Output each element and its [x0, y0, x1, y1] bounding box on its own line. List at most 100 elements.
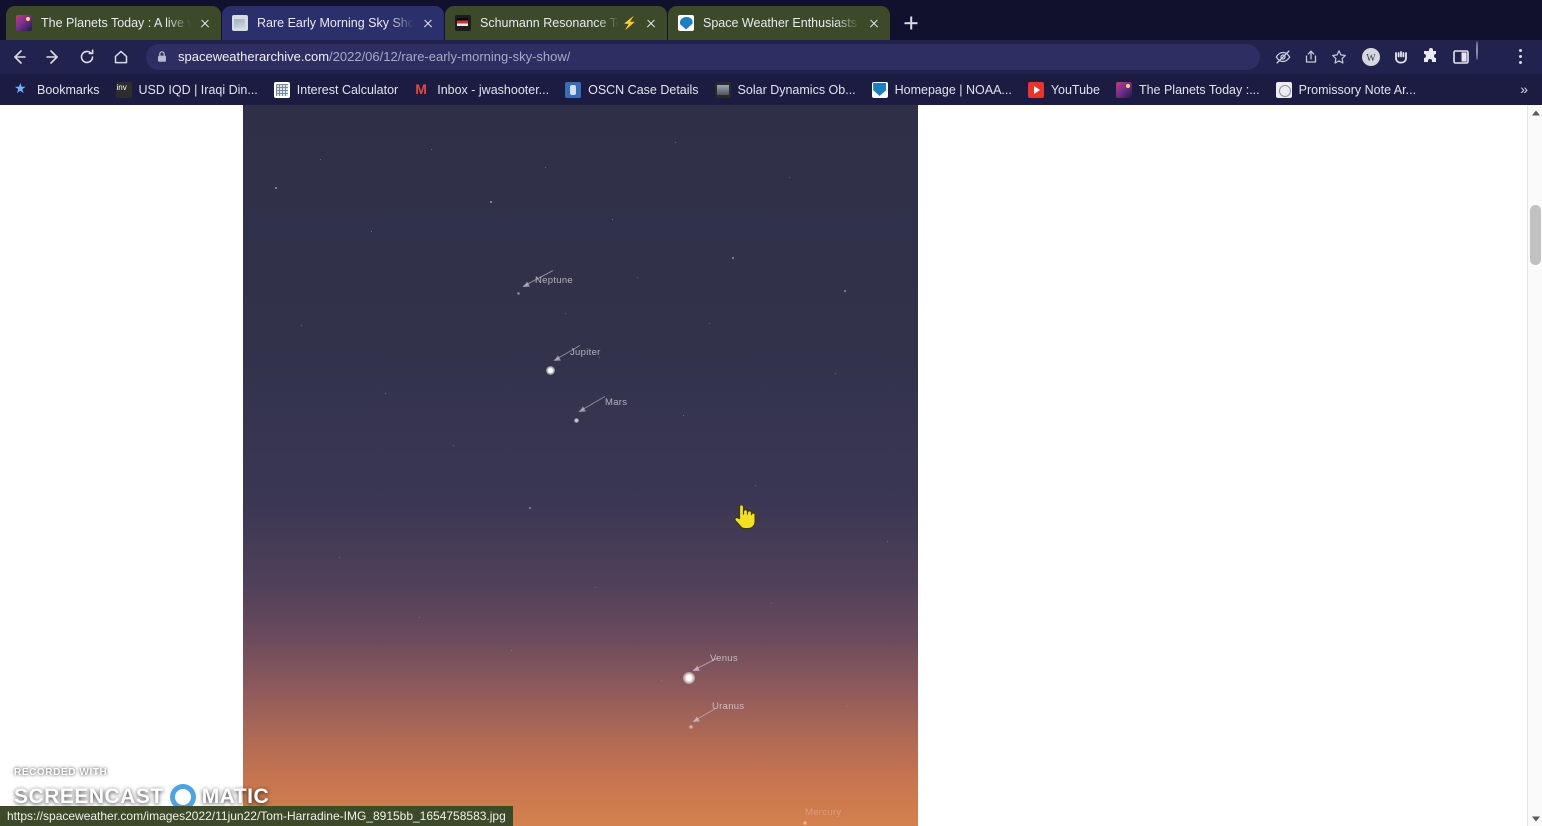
forward-arrow-icon — [46, 50, 58, 64]
bookmark-item-noaa-homepage[interactable]: Homepage | NOAA... — [870, 78, 1020, 102]
sdo-icon — [714, 81, 731, 98]
star-speck — [320, 159, 322, 161]
star-speck — [732, 257, 734, 259]
sky-photograph[interactable]: Neptune Jupiter Mars Venus Uranus Mercur… — [243, 105, 918, 826]
reload-icon — [80, 49, 94, 64]
star-speck — [565, 313, 567, 315]
star-icon — [14, 80, 30, 98]
home-button[interactable] — [106, 42, 136, 72]
scroll-up-arrow-icon[interactable] — [1528, 105, 1542, 120]
bookmark-label: Inbox - jwashooter... — [437, 82, 550, 97]
star-speck — [675, 142, 677, 144]
planet-label-neptune: Neptune — [535, 275, 574, 286]
bookmark-label: Promissory Note Ar... — [1298, 82, 1417, 97]
eye-slash-icon[interactable] — [1270, 44, 1296, 70]
tab-title: Schumann Resonance Today — [480, 16, 619, 30]
bookmark-item-interest-calculator[interactable]: Interest Calculator — [272, 78, 406, 102]
promissory-icon — [1275, 81, 1292, 98]
browser-chrome: The Planets Today : A live view of Rare … — [0, 0, 1542, 105]
sidepanel-icon[interactable] — [1446, 42, 1476, 72]
browser-tab-rare-early-morning-sky-show[interactable]: Rare Early Morning Sky Show | Sp — [222, 6, 444, 40]
tab-title: Space Weather Enthusiasts Dash — [703, 16, 860, 30]
bookmark-label: The Planets Today :... — [1138, 82, 1260, 97]
star-speck — [595, 587, 597, 589]
planet-uranus-dot — [689, 725, 693, 729]
share-icon[interactable] — [1298, 44, 1324, 70]
bookmark-label: YouTube — [1050, 82, 1100, 97]
puzzle-extensions-icon[interactable] — [1416, 42, 1446, 72]
profile-avatar[interactable] — [1476, 41, 1506, 72]
bookmark-label: Solar Dynamics Ob... — [737, 82, 856, 97]
planet-label-mars: Mars — [605, 397, 628, 408]
planet-jupiter-dot — [546, 366, 555, 375]
bookmark-label: OSCN Case Details — [588, 82, 699, 97]
page-viewport: Neptune Jupiter Mars Venus Uranus Mercur… — [0, 105, 1542, 826]
star-speck — [771, 603, 773, 605]
bookmark-item-usd-iqd[interactable]: USD IQD | Iraqi Din... — [114, 78, 266, 102]
investing-icon — [115, 81, 132, 98]
scrollbar-thumb[interactable] — [1530, 205, 1541, 265]
star-speck — [545, 167, 547, 169]
url-path: /2022/06/12/rare-early-morning-sky-show/ — [329, 49, 571, 64]
bookmarks-overflow-button[interactable]: » — [1520, 80, 1528, 98]
star-speck — [301, 325, 303, 327]
star-speck — [612, 219, 614, 221]
browser-tab-schumann-resonance-today[interactable]: Schumann Resonance Today ⚡ — [445, 6, 667, 40]
reload-button[interactable] — [72, 42, 102, 72]
star-speck — [529, 507, 531, 509]
bookmark-item-oscn-case-details[interactable]: OSCN Case Details — [563, 78, 706, 102]
planets-icon — [1115, 81, 1132, 98]
tab-title: The Planets Today : A live view of — [41, 16, 191, 30]
star-speck — [275, 187, 277, 189]
svg-text:W: W — [1366, 53, 1376, 64]
navigation-toolbar: spaceweatherarchive.com/2022/06/12/rare-… — [0, 40, 1542, 74]
star-speck — [755, 485, 757, 487]
browser-tab-space-weather-enthusiasts-dashboard[interactable]: Space Weather Enthusiasts Dash — [668, 6, 890, 40]
star-speck — [844, 290, 846, 292]
close-icon[interactable] — [195, 13, 215, 33]
star-speck — [431, 149, 433, 151]
planet-venus-dot — [683, 672, 695, 684]
wikipedia-extension-icon[interactable]: W — [1356, 42, 1386, 72]
star-speck — [683, 415, 685, 417]
back-button[interactable] — [4, 42, 34, 72]
planet-label-venus: Venus — [710, 653, 738, 664]
bookmark-item-solar-dynamics-observatory[interactable]: Solar Dynamics Ob... — [713, 78, 864, 102]
lightning-bolt-icon: ⚡ — [622, 16, 637, 30]
star-speck — [419, 617, 421, 619]
bookmark-label: Bookmarks — [37, 82, 100, 97]
gmail-icon — [414, 81, 430, 98]
bookmark-label: USD IQD | Iraqi Din... — [138, 82, 258, 97]
close-icon[interactable] — [641, 13, 661, 33]
star-icon[interactable] — [1326, 44, 1352, 70]
url-domain: spaceweatherarchive.com — [178, 49, 330, 64]
scroll-down-arrow-icon[interactable] — [1528, 811, 1542, 826]
star-speck — [490, 201, 492, 203]
pointer-arrow-mars — [578, 396, 606, 412]
bookmark-item-inbox[interactable]: Inbox - jwashooter... — [412, 78, 557, 102]
bookmark-label: Homepage | NOAA... — [894, 82, 1012, 97]
address-bar[interactable]: spaceweatherarchive.com/2022/06/12/rare-… — [146, 44, 1260, 70]
planets-icon — [16, 15, 32, 31]
forward-button[interactable] — [38, 42, 68, 72]
spreadsheet-icon — [273, 81, 290, 98]
browser-window: The Planets Today : A live view of Rare … — [0, 0, 1542, 826]
bookmark-item-bookmarks[interactable]: Bookmarks — [12, 78, 108, 102]
noaa-icon — [678, 15, 694, 31]
close-icon[interactable] — [864, 13, 884, 33]
browser-tab-planets-today[interactable]: The Planets Today : A live view of — [6, 6, 221, 40]
home-icon — [114, 50, 128, 64]
watermark-top-line: RECORDED WITH — [14, 767, 108, 778]
star-speck — [453, 445, 455, 447]
star-speck — [789, 177, 791, 179]
bookmark-item-promissory-note[interactable]: Promissory Note Ar... — [1274, 78, 1424, 102]
kebab-menu-icon[interactable] — [1506, 42, 1536, 72]
hand-extension-icon[interactable] — [1386, 42, 1416, 72]
close-icon[interactable] — [418, 13, 438, 33]
vertical-scrollbar[interactable] — [1527, 105, 1542, 826]
new-tab-button[interactable] — [897, 9, 925, 37]
star-speck — [709, 323, 711, 325]
star-speck — [511, 650, 513, 652]
bookmark-item-the-planets-today[interactable]: The Planets Today :... — [1114, 78, 1268, 102]
bookmark-item-youtube[interactable]: YouTube — [1026, 78, 1108, 102]
